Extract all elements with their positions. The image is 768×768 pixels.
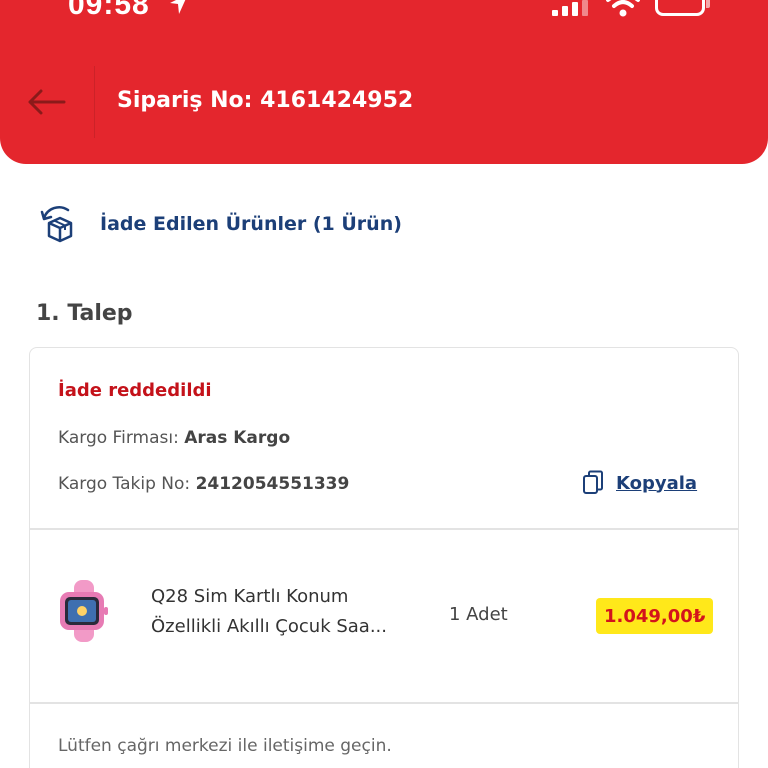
returned-products-label: İade Edilen Ürünler (1 Ürün) — [100, 213, 402, 235]
product-name-line2: Özellikli Akıllı Çocuk Saa... — [151, 616, 387, 637]
returned-products-link[interactable]: İade Edilen Ürünler (1 Ürün) — [38, 204, 402, 244]
product-name[interactable]: Q28 Sim Kartlı Konum Özellikli Akıllı Ço… — [151, 582, 431, 642]
request-title: 1. Talep — [36, 301, 133, 326]
tracking-number-row: Kargo Takip No: 2412054551339 — [58, 474, 349, 494]
cargo-company-value: Aras Kargo — [184, 428, 291, 448]
card-divider — [30, 702, 738, 704]
product-price-badge: 1.049,00₺ — [596, 598, 714, 634]
battery-icon — [655, 0, 710, 16]
card-divider — [30, 528, 738, 530]
arrow-left-icon — [28, 89, 66, 115]
order-number-title: Sipariş No: 4161424952 — [117, 88, 414, 113]
tracking-number-label: Kargo Takip No: — [58, 474, 191, 494]
return-request-card: İade reddedildi Kargo Firması: Aras Karg… — [29, 347, 739, 768]
product-name-line1: Q28 Sim Kartlı Konum — [151, 586, 349, 607]
cargo-company-label: Kargo Firması: — [58, 428, 179, 448]
location-arrow-icon — [170, 0, 186, 14]
cargo-company-row: Kargo Firması: Aras Kargo — [58, 428, 290, 448]
signal-icon — [552, 0, 588, 16]
return-box-icon — [40, 206, 73, 243]
contact-support-note: Lütfen çağrı merkezi ile iletişime geçin… — [58, 736, 392, 756]
header-divider — [94, 66, 95, 138]
copy-icon — [583, 470, 603, 494]
kids-smartwatch-image[interactable] — [52, 580, 114, 642]
copy-label: Kopyala — [616, 472, 698, 494]
return-status-badge: İade reddedildi — [58, 380, 212, 401]
wifi-icon — [606, 0, 640, 17]
back-button[interactable] — [24, 84, 68, 120]
status-time: 09:58 — [68, 0, 150, 21]
header-bar: 09:58 Sipariş No: 4161424952 — [0, 0, 768, 164]
tracking-number-value[interactable]: 2412054551339 — [196, 474, 350, 494]
copy-tracking-button[interactable]: Kopyala — [582, 470, 697, 496]
product-quantity: 1 Adet — [449, 604, 508, 625]
